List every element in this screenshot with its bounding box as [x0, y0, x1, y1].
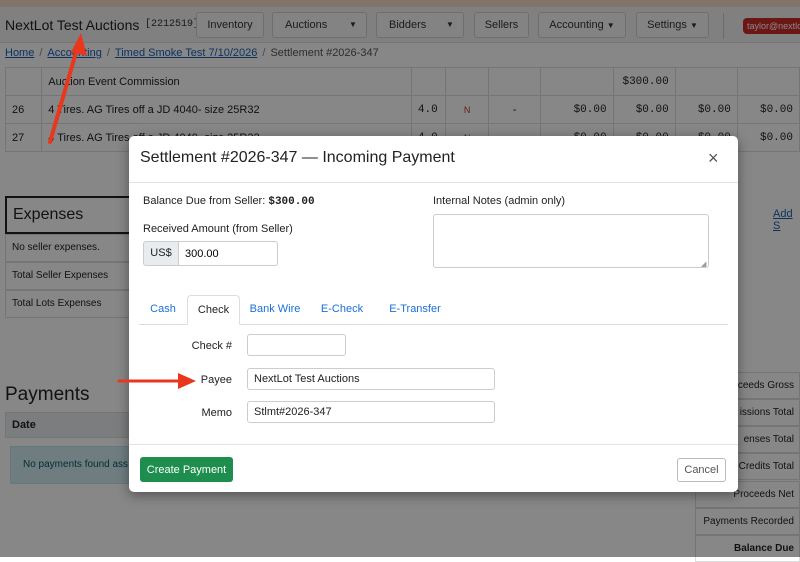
- modal-header: Settlement #2026-347 — Incoming Payment …: [129, 136, 738, 183]
- memo-input[interactable]: [247, 401, 495, 423]
- tab-check[interactable]: Check: [187, 295, 240, 325]
- payment-method-tabs: Cash Check Bank Wire E-Check E-Transfer: [139, 295, 728, 325]
- balance-label: Balance Due from Seller:: [143, 195, 269, 207]
- internal-notes-label: Internal Notes (admin only): [433, 195, 566, 207]
- modal-title: Settlement #2026-347 — Incoming Payment: [140, 149, 455, 166]
- incoming-payment-modal: Settlement #2026-347 — Incoming Payment …: [129, 136, 738, 492]
- tab-e-transfer[interactable]: E-Transfer: [379, 295, 451, 325]
- tab-bank-wire[interactable]: Bank Wire: [244, 295, 306, 325]
- currency-prefix: US$: [143, 241, 179, 266]
- tab-e-check[interactable]: E-Check: [315, 295, 369, 325]
- payee-label: Payee: [200, 374, 232, 386]
- tab-cash[interactable]: Cash: [139, 295, 187, 325]
- modal-footer: Create Payment Cancel: [129, 444, 738, 492]
- cancel-button[interactable]: Cancel: [677, 458, 726, 482]
- close-icon[interactable]: ×: [708, 148, 719, 169]
- received-amount-label: Received Amount (from Seller): [143, 223, 293, 235]
- received-amount-input[interactable]: [179, 241, 278, 266]
- balance-value: $300.00: [268, 196, 315, 208]
- check-number-input[interactable]: [247, 334, 346, 356]
- create-payment-button[interactable]: Create Payment: [140, 457, 233, 482]
- balance-due: Balance Due from Seller: $300.00: [143, 195, 315, 208]
- check-number-label: Check #: [191, 340, 232, 352]
- resize-handle-icon[interactable]: ◢: [701, 260, 706, 268]
- internal-notes-textarea[interactable]: [433, 214, 709, 268]
- payee-input[interactable]: [247, 368, 495, 390]
- memo-label: Memo: [201, 407, 232, 419]
